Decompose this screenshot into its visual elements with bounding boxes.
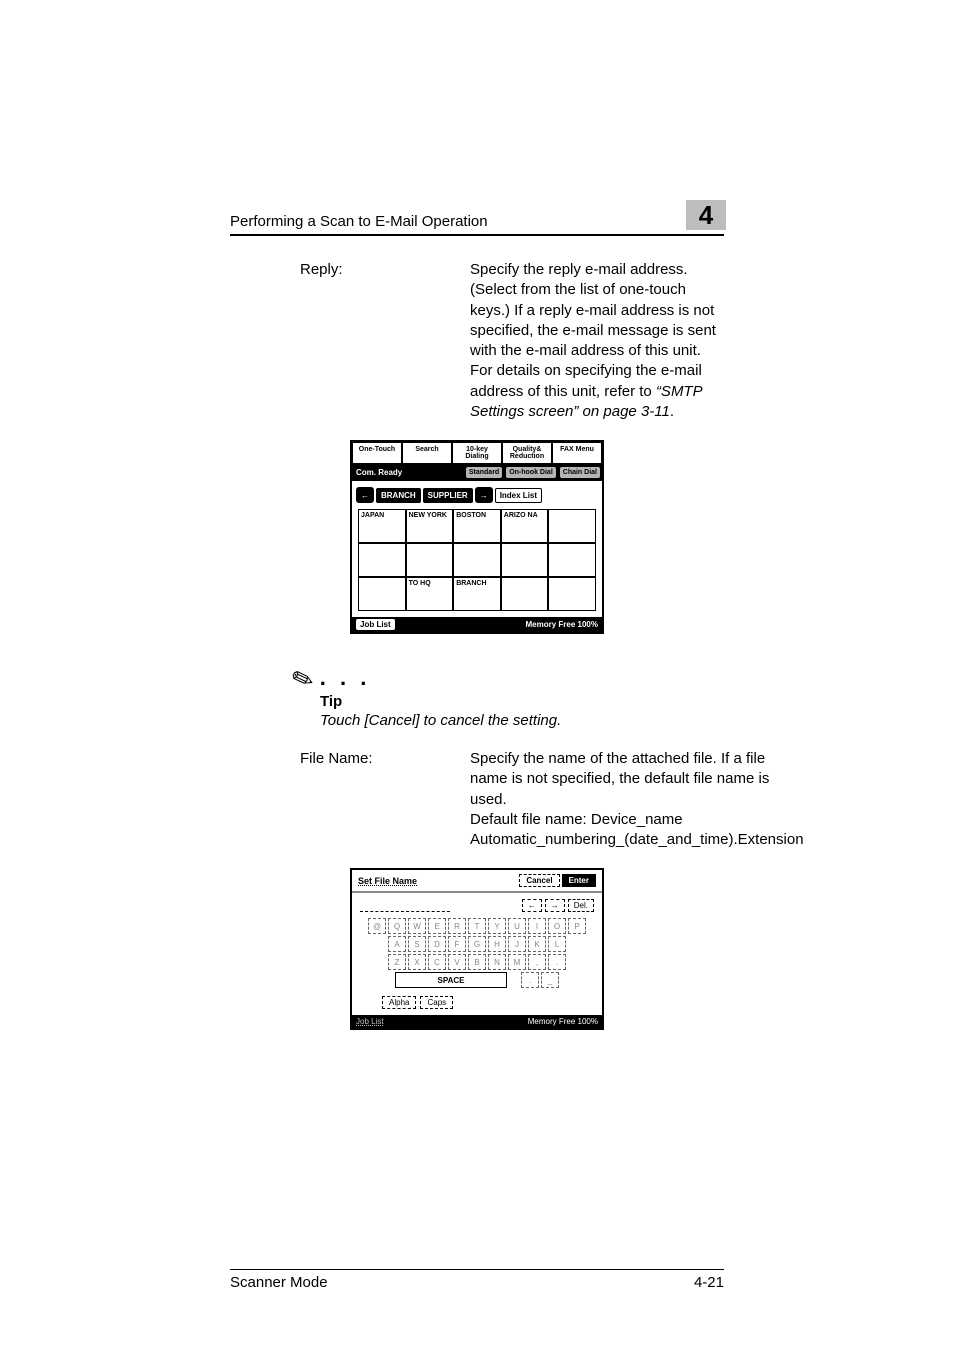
keyboard-key[interactable]: I bbox=[528, 918, 546, 934]
caps-mode-button[interactable]: Caps bbox=[420, 996, 453, 1009]
keyboard-key[interactable]: J bbox=[508, 936, 526, 952]
onetouch-key[interactable] bbox=[406, 543, 454, 577]
filename-para2: Default file name: Device_name Automatic… bbox=[470, 811, 804, 848]
onetouch-key[interactable] bbox=[548, 577, 596, 611]
onetouch-key[interactable]: BRANCH bbox=[453, 577, 501, 611]
status-com-ready: Com. Ready bbox=[352, 464, 464, 481]
keyboard-key[interactable]: E bbox=[428, 918, 446, 934]
onetouch-key[interactable] bbox=[501, 577, 549, 611]
device-screen-set-file-name: Set File Name Cancel Enter ← → Del. @QWE… bbox=[350, 868, 604, 1030]
keyboard-key[interactable]: N bbox=[488, 954, 506, 970]
keyboard-key[interactable]: . bbox=[548, 954, 566, 970]
memory-free-indicator: Memory Free 100% bbox=[528, 1017, 598, 1026]
delete-button[interactable]: Del. bbox=[568, 899, 594, 912]
keyboard-key[interactable]: X bbox=[408, 954, 426, 970]
keyboard-key[interactable]: M bbox=[508, 954, 526, 970]
screen-title: Set File Name bbox=[358, 876, 417, 886]
onscreen-keyboard: @QWERTYUIOP ASDFGHJKL ZXCVBNM,. SPACE . … bbox=[352, 918, 602, 996]
filename-description: Specify the name of the attached file. I… bbox=[470, 749, 804, 850]
keyboard-key[interactable]: L bbox=[548, 936, 566, 952]
keyboard-key[interactable]: O bbox=[548, 918, 566, 934]
tab-one-touch[interactable]: One-Touch bbox=[352, 442, 402, 464]
ellipsis-icon: . . . bbox=[320, 665, 371, 691]
space-key[interactable]: SPACE bbox=[395, 972, 507, 988]
cursor-left-button[interactable]: ← bbox=[522, 899, 542, 912]
keyboard-key[interactable]: R bbox=[448, 918, 466, 934]
footer-left: Scanner Mode bbox=[230, 1274, 328, 1291]
keyboard-key[interactable]: C bbox=[428, 954, 446, 970]
cursor-right-button[interactable]: → bbox=[545, 899, 565, 912]
keyboard-key[interactable]: W bbox=[408, 918, 426, 934]
keyboard-key[interactable]: Y bbox=[488, 918, 506, 934]
keyboard-key[interactable]: K bbox=[528, 936, 546, 952]
job-list-button[interactable]: Job List bbox=[356, 1017, 384, 1026]
keyboard-key[interactable]: D bbox=[428, 936, 446, 952]
reply-description: Specify the reply e-mail address. (Selec… bbox=[470, 260, 724, 422]
keyboard-key[interactable]: H bbox=[488, 936, 506, 952]
onetouch-key[interactable]: JAPAN bbox=[358, 509, 406, 543]
onetouch-key[interactable] bbox=[453, 543, 501, 577]
onetouch-key[interactable]: TO HQ bbox=[406, 577, 454, 611]
reply-text-main: Specify the reply e-mail address. (Selec… bbox=[470, 261, 716, 400]
tab-fax-menu[interactable]: FAX Menu bbox=[552, 442, 602, 464]
index-supplier-button[interactable]: SUPPLIER bbox=[423, 488, 473, 503]
keyboard-key[interactable]: Q bbox=[388, 918, 406, 934]
keyboard-key[interactable]: V bbox=[448, 954, 466, 970]
tip-heading: Tip bbox=[320, 693, 724, 710]
keyboard-key[interactable]: , bbox=[528, 954, 546, 970]
underscore-key[interactable]: _ bbox=[541, 972, 559, 988]
tab-search[interactable]: Search bbox=[402, 442, 452, 464]
keyboard-key[interactable]: G bbox=[468, 936, 486, 952]
index-branch-button[interactable]: BRANCH bbox=[376, 488, 421, 503]
keyboard-key[interactable]: B bbox=[468, 954, 486, 970]
keyboard-key[interactable]: Z bbox=[388, 954, 406, 970]
onetouch-key[interactable]: NEW YORK bbox=[406, 509, 454, 543]
onetouch-grid: JAPAN NEW YORK BOSTON ARIZO NA TO HQ BRA… bbox=[358, 509, 596, 611]
mode-chain-dial-button[interactable]: Chain Dial bbox=[559, 466, 601, 479]
cancel-button[interactable]: Cancel bbox=[519, 874, 559, 887]
index-list-button[interactable]: Index List bbox=[495, 488, 542, 503]
mode-standard-button[interactable]: Standard bbox=[465, 466, 503, 479]
keyboard-key[interactable]: T bbox=[468, 918, 486, 934]
footer-page-number: 4-21 bbox=[694, 1274, 724, 1291]
keyboard-key[interactable]: @ bbox=[368, 918, 386, 934]
keyboard-key[interactable]: P bbox=[568, 918, 586, 934]
tab-quality-reduction[interactable]: Quality& Reduction bbox=[502, 442, 552, 464]
onetouch-key[interactable] bbox=[358, 543, 406, 577]
filename-para1: Specify the name of the attached file. I… bbox=[470, 750, 769, 808]
onetouch-key[interactable]: BOSTON bbox=[453, 509, 501, 543]
keyboard-key[interactable]: A bbox=[388, 936, 406, 952]
onetouch-key[interactable] bbox=[548, 543, 596, 577]
filename-input[interactable] bbox=[360, 899, 450, 912]
alpha-mode-button[interactable]: Alpha bbox=[382, 996, 416, 1009]
enter-button[interactable]: Enter bbox=[562, 874, 596, 887]
chapter-number-badge: 4 bbox=[686, 200, 726, 230]
onetouch-key[interactable]: ARIZO NA bbox=[501, 509, 549, 543]
memory-free-indicator: Memory Free 100% bbox=[526, 620, 598, 629]
tip-body: Touch [Cancel] to cancel the setting. bbox=[320, 712, 724, 729]
tab-10key-dialing[interactable]: 10-key Dialing bbox=[452, 442, 502, 464]
mode-onhook-dial-button[interactable]: On-hook Dial bbox=[505, 466, 557, 479]
arrow-left-icon[interactable]: ← bbox=[356, 487, 374, 503]
reply-text-end: . bbox=[670, 403, 674, 420]
onetouch-key[interactable] bbox=[501, 543, 549, 577]
section-title: Performing a Scan to E-Mail Operation bbox=[230, 213, 488, 230]
period-key[interactable]: . bbox=[521, 972, 539, 988]
pen-icon: ✎ bbox=[287, 661, 318, 698]
onetouch-key[interactable] bbox=[358, 577, 406, 611]
filename-label: File Name: bbox=[300, 749, 470, 850]
keyboard-key[interactable]: F bbox=[448, 936, 466, 952]
job-list-button[interactable]: Job List bbox=[356, 619, 395, 630]
onetouch-key[interactable] bbox=[548, 509, 596, 543]
keyboard-key[interactable]: U bbox=[508, 918, 526, 934]
keyboard-key[interactable]: S bbox=[408, 936, 426, 952]
reply-label: Reply: bbox=[300, 260, 470, 422]
device-screen-onetouch: One-Touch Search 10-key Dialing Quality&… bbox=[350, 440, 604, 634]
arrow-right-icon[interactable]: → bbox=[475, 487, 493, 503]
